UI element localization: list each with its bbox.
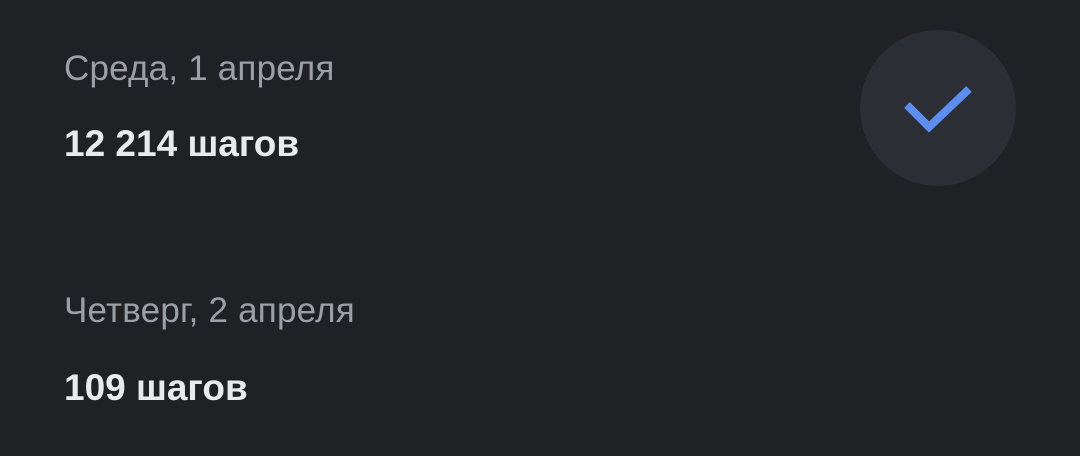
check-icon bbox=[904, 86, 972, 133]
day-row-april-2[interactable]: Четверг, 2 апреля 109 шагов bbox=[0, 240, 1080, 456]
day-date: Четверг, 2 апреля bbox=[64, 291, 355, 330]
goal-reached-badge bbox=[860, 30, 1016, 186]
day-row-april-1[interactable]: Среда, 1 апреля 12 214 шагов bbox=[0, 0, 1080, 240]
day-steps-count: 109 шагов bbox=[64, 367, 248, 408]
day-date: Среда, 1 апреля bbox=[64, 49, 335, 88]
day-steps-count: 12 214 шагов bbox=[64, 123, 300, 164]
steps-history-list: Среда, 1 апреля 12 214 шагов Четверг, 2 … bbox=[0, 0, 1080, 456]
